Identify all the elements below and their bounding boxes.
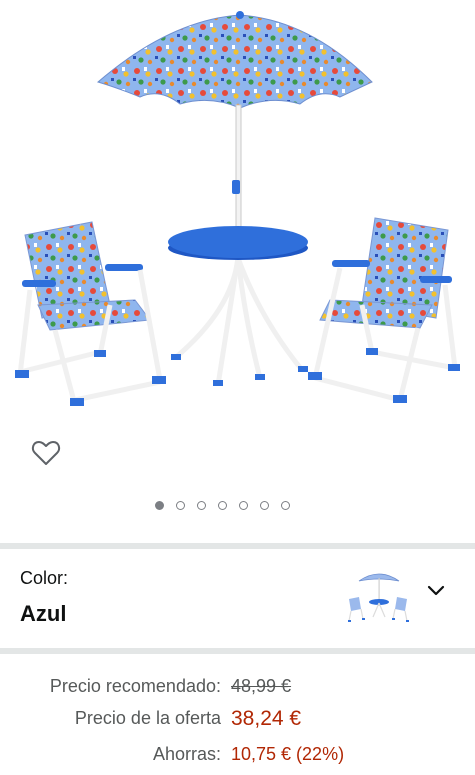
offer-price-label: Precio de la oferta [74, 708, 221, 728]
product-image[interactable] [0, 0, 475, 440]
offer-price-value: 38,24 € [231, 707, 302, 730]
image-carousel-indicator[interactable] [155, 501, 290, 510]
section-divider [0, 648, 475, 654]
recommended-price-value: 48,99 € [231, 676, 292, 696]
section-divider [0, 543, 475, 549]
savings-value: 10,75 € (22%) [231, 744, 345, 764]
savings-label: Ahorras: [152, 744, 221, 764]
carousel-dot[interactable] [197, 501, 206, 510]
carousel-dot[interactable] [155, 501, 164, 510]
heart-outline-icon [31, 441, 61, 465]
chevron-down-icon[interactable] [426, 584, 446, 598]
color-value: Azul [20, 601, 67, 626]
carousel-dot[interactable] [176, 501, 185, 510]
carousel-dot[interactable] [260, 501, 269, 510]
wishlist-button[interactable] [30, 437, 62, 469]
color-swatch-thumbnail[interactable] [345, 563, 413, 625]
product-illustration [15, 11, 460, 406]
carousel-dot[interactable] [218, 501, 227, 510]
color-label: Color: [20, 568, 69, 588]
carousel-dot[interactable] [281, 501, 290, 510]
recommended-price-label: Precio recomendado: [49, 676, 221, 696]
carousel-dot[interactable] [239, 501, 248, 510]
